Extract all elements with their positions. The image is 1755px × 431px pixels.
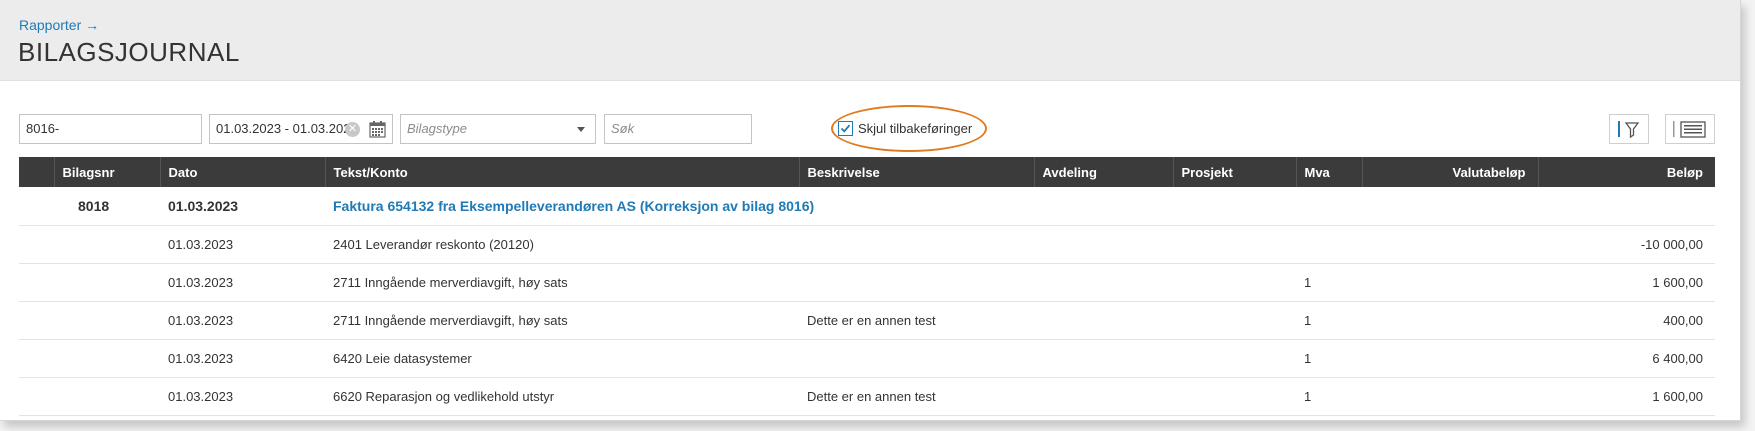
column-header-department[interactable]: Avdeling bbox=[1033, 157, 1173, 187]
page-title: BILAGSJOURNAL bbox=[18, 37, 240, 67]
row-spacer bbox=[19, 225, 54, 263]
table-row[interactable]: 01.03.2023 2711 Inngående merverdiavgift… bbox=[19, 263, 1715, 301]
row-date: 01.03.2023 bbox=[168, 274, 234, 290]
calendar-icon[interactable] bbox=[369, 120, 386, 138]
row-spacer bbox=[19, 263, 54, 301]
column-header-description[interactable]: Beskrivelse bbox=[798, 157, 1034, 187]
row-account: 6420 Leie datasystemer bbox=[333, 350, 472, 366]
voucher-type-placeholder: Bilagstype bbox=[407, 121, 467, 136]
row-date: 01.03.2023 bbox=[168, 388, 234, 404]
row-project bbox=[1173, 301, 1296, 339]
row-department bbox=[1034, 339, 1173, 377]
filter-toolbar: 8016- 01.03.2023 - 01.03.2023 ✕ Bilagsty… bbox=[0, 105, 1740, 152]
row-amount: 1 600,00 bbox=[1652, 274, 1703, 290]
voucher-range-input[interactable]: 8016- bbox=[19, 114, 202, 144]
table-row[interactable]: 01.03.2023 2711 Inngående merverdiavgift… bbox=[19, 301, 1715, 339]
table-row[interactable]: 01.03.2023 2401 Leverandør reskonto (201… bbox=[19, 225, 1715, 263]
column-header-currency-amount[interactable]: Valutabeløp bbox=[1361, 157, 1538, 187]
row-spacer bbox=[19, 339, 54, 377]
search-input[interactable]: Søk bbox=[604, 114, 752, 144]
row-account: 2711 Inngående merverdiavgift, høy sats bbox=[333, 312, 568, 328]
breadcrumb-rapporter[interactable]: Rapporter → bbox=[19, 17, 99, 33]
row-description bbox=[799, 225, 1034, 263]
row-currency-amount bbox=[1362, 377, 1538, 415]
voucher-range-value: 8016- bbox=[26, 121, 60, 136]
column-header-vat[interactable]: Mva bbox=[1295, 157, 1362, 187]
row-description bbox=[799, 263, 1034, 301]
row-currency-amount bbox=[1362, 339, 1538, 377]
row-department bbox=[1034, 377, 1173, 415]
filter-icon bbox=[1618, 121, 1640, 139]
column-header-amount[interactable]: Beløp bbox=[1537, 157, 1715, 187]
row-project bbox=[1173, 339, 1296, 377]
column-settings-icon bbox=[1673, 121, 1706, 138]
row-voucher-no bbox=[54, 225, 160, 263]
row-vat: 1 bbox=[1304, 312, 1312, 328]
row-description: Dette er en annen test bbox=[807, 312, 936, 328]
row-department bbox=[1034, 263, 1173, 301]
row-vat: 1 bbox=[1304, 388, 1312, 404]
voucher-group-row: 8018 01.03.2023 Faktura 654132 fra Eksem… bbox=[19, 187, 1715, 225]
row-vat: 1 bbox=[1304, 274, 1312, 290]
search-placeholder: Søk bbox=[611, 121, 635, 136]
hide-reversals-label: Skjul tilbakeføringer bbox=[858, 121, 973, 136]
column-settings-button[interactable] bbox=[1665, 114, 1715, 144]
row-account: 6620 Reparasjon og vedlikehold utstyr bbox=[333, 388, 555, 404]
app-frame: Rapporter → BILAGSJOURNAL 8016- 01.03.20… bbox=[0, 0, 1741, 421]
row-currency-amount bbox=[1362, 225, 1538, 263]
group-voucher-no: 8018 bbox=[78, 197, 110, 214]
column-header-text-account[interactable]: Tekst/Konto bbox=[324, 157, 799, 187]
row-department bbox=[1034, 301, 1173, 339]
checkbox-checked-icon[interactable] bbox=[838, 121, 853, 136]
column-header-project[interactable]: Prosjekt bbox=[1172, 157, 1296, 187]
date-range-input[interactable]: 01.03.2023 - 01.03.2023 ✕ bbox=[209, 114, 393, 144]
table-row[interactable]: 01.03.2023 6620 Reparasjon og vedlikehol… bbox=[19, 377, 1715, 415]
column-header-select bbox=[19, 157, 54, 187]
chevron-down-icon bbox=[577, 127, 585, 132]
row-amount: 400,00 bbox=[1663, 312, 1703, 328]
row-vat bbox=[1296, 225, 1362, 263]
row-account: 2401 Leverandør reskonto (20120) bbox=[333, 236, 534, 252]
row-currency-amount bbox=[1362, 301, 1538, 339]
row-vat: 1 bbox=[1304, 350, 1312, 366]
page-header: Rapporter → BILAGSJOURNAL bbox=[0, 0, 1740, 81]
column-header-voucher-no[interactable]: Bilagsnr bbox=[53, 157, 160, 187]
voucher-journal-table: Bilagsnr Dato Tekst/Konto Beskrivelse Av… bbox=[19, 157, 1715, 416]
table-row[interactable]: 01.03.2023 6420 Leie datasystemer 1 6 40… bbox=[19, 339, 1715, 377]
row-spacer bbox=[19, 377, 54, 415]
voucher-type-select[interactable]: Bilagstype bbox=[400, 114, 596, 144]
row-voucher-no bbox=[54, 301, 160, 339]
row-voucher-no bbox=[54, 263, 160, 301]
row-project bbox=[1173, 225, 1296, 263]
row-description: Dette er en annen test bbox=[807, 388, 936, 404]
row-voucher-no bbox=[54, 339, 160, 377]
row-spacer bbox=[19, 301, 54, 339]
row-voucher-no bbox=[54, 377, 160, 415]
group-spacer bbox=[19, 187, 54, 225]
row-description bbox=[799, 339, 1034, 377]
column-header-date[interactable]: Dato bbox=[159, 157, 325, 187]
row-date: 01.03.2023 bbox=[168, 350, 234, 366]
row-date: 01.03.2023 bbox=[168, 312, 234, 328]
row-currency-amount bbox=[1362, 263, 1538, 301]
table-header-row: Bilagsnr Dato Tekst/Konto Beskrivelse Av… bbox=[19, 157, 1715, 187]
row-project bbox=[1173, 263, 1296, 301]
row-department bbox=[1034, 225, 1173, 263]
date-range-value: 01.03.2023 - 01.03.2023 bbox=[216, 121, 358, 136]
row-amount: 6 400,00 bbox=[1652, 350, 1703, 366]
row-amount: 1 600,00 bbox=[1652, 388, 1703, 404]
row-date: 01.03.2023 bbox=[168, 236, 234, 252]
filter-toggle-button[interactable] bbox=[1609, 114, 1649, 144]
row-amount: -10 000,00 bbox=[1640, 236, 1703, 252]
group-date: 01.03.2023 bbox=[168, 197, 239, 214]
clear-icon[interactable]: ✕ bbox=[345, 122, 360, 137]
group-voucher-link[interactable]: Faktura 654132 fra Eksempelleverandøren … bbox=[325, 187, 1715, 225]
row-account: 2711 Inngående merverdiavgift, høy sats bbox=[333, 274, 568, 290]
row-project bbox=[1173, 377, 1296, 415]
